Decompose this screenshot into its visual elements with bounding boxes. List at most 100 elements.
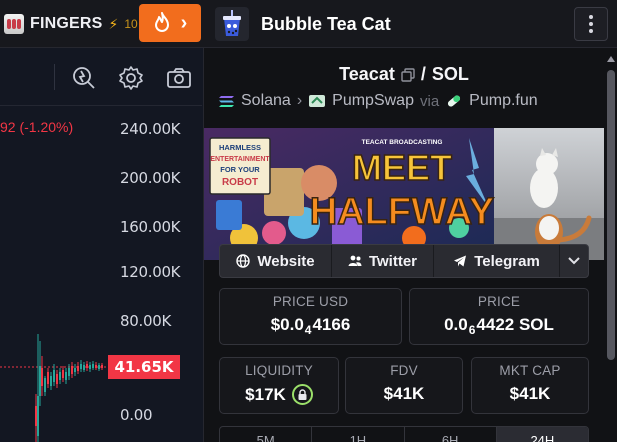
tab-1h[interactable]: 1H: [312, 427, 405, 442]
candle-body: [68, 368, 70, 376]
pair-title: Teacat / SOL: [204, 64, 604, 85]
fdv-label: FDV: [390, 363, 418, 378]
candle-body: [95, 365, 97, 368]
banner-headline-1: MEET: [352, 147, 452, 188]
route-breadcrumb: Solana › PumpSwap via Pump.fun: [218, 92, 598, 110]
candle-body: [50, 376, 52, 386]
price-usd-value: $0.044166: [270, 315, 351, 337]
top-bar: FINGERS ⚡ 10 › Bubble Tea Cat: [0, 0, 617, 48]
more-menu-button[interactable]: [574, 7, 608, 41]
candle-body: [59, 372, 61, 380]
liquidity-card: LIQUIDITY $17K: [219, 357, 339, 414]
market-cap-value: $41K: [509, 384, 551, 403]
route-dex[interactable]: PumpSwap: [332, 92, 414, 110]
chevron-right-icon: ›: [180, 11, 188, 34]
fire-icon: [154, 12, 169, 32]
candle-body: [53, 370, 55, 382]
candle-body: [47, 372, 49, 384]
candle-body: [37, 396, 39, 436]
candle-body: [101, 365, 103, 368]
pumpswap-icon: [309, 95, 326, 107]
token-title: Bubble Tea Cat: [261, 13, 391, 34]
chevron-right-icon: ›: [296, 92, 303, 109]
candles: [0, 334, 110, 442]
ticker-name: FINGERS: [30, 15, 103, 32]
pill-icon: [448, 95, 461, 107]
pair-base: Teacat: [339, 64, 395, 84]
candle-body: [39, 366, 41, 396]
price-axis-tick: 80.00K: [120, 312, 171, 330]
candle-body: [44, 378, 46, 392]
candle-body: [83, 365, 85, 370]
solana-icon: [219, 95, 234, 107]
chart-toolbar: [0, 48, 202, 106]
banner-headline-2: HALFWAY: [310, 191, 494, 233]
token-info-panel: Teacat / SOL Solana › PumpSwap via Pump.…: [203, 48, 617, 442]
pair-separator: /: [420, 64, 426, 84]
panel-scrollbar[interactable]: [607, 56, 615, 440]
scroll-thumb[interactable]: [607, 70, 615, 360]
candle-body: [80, 364, 82, 369]
price-usd-label: PRICE USD: [272, 294, 349, 309]
candle-body: [65, 372, 67, 380]
fdv-card: FDV $41K: [345, 357, 463, 414]
token-banner-image: HARMLESS ENTERTAINMENT FOR YOUR ROBOT TE…: [204, 128, 604, 260]
copy-icon[interactable]: [401, 67, 415, 82]
market-cap-label: MKT CAP: [499, 363, 561, 378]
twitter-button[interactable]: Twitter: [332, 245, 434, 277]
banner-line: ENTERTAINMENT: [210, 156, 270, 163]
candle-body: [35, 406, 37, 426]
twitter-label: Twitter: [368, 252, 418, 270]
dot-icon: [589, 15, 593, 19]
banner-line: FOR YOUR: [220, 165, 260, 174]
tab-6h[interactable]: 6H: [405, 427, 497, 442]
telegram-button[interactable]: Telegram: [434, 245, 560, 277]
price-axis-tick: 200.00K: [120, 169, 181, 187]
website-button[interactable]: Website: [220, 245, 332, 277]
price-axis-tick: 160.00K: [120, 218, 181, 236]
telegram-label: Telegram: [474, 252, 540, 270]
market-cap-card: MKT CAP $41K: [471, 357, 589, 414]
camera-icon[interactable]: [165, 64, 193, 92]
ticker-item[interactable]: FINGERS ⚡ 10: [4, 12, 138, 36]
price-chart[interactable]: 92 (-1.20%) 240.00K 200.00K 160.00K 120.…: [0, 48, 202, 442]
token-header: Bubble Tea Cat: [203, 0, 391, 48]
price-axis-tick: 240.00K: [120, 120, 181, 138]
settings-gear-icon[interactable]: [117, 64, 145, 92]
scroll-up-icon[interactable]: [607, 56, 615, 62]
candle-body: [62, 370, 64, 378]
bolt-icon: ⚡: [108, 15, 119, 32]
lock-icon[interactable]: [291, 384, 313, 405]
tab-24h[interactable]: 24H: [496, 427, 588, 442]
fingers-logo-icon: [4, 14, 24, 34]
trending-button[interactable]: ›: [139, 4, 201, 42]
candle-body: [71, 366, 73, 374]
current-price-tag: 41.65K: [108, 355, 180, 379]
price-axis-tick: 0.00: [120, 406, 153, 424]
price-sol-value: 0.064422 SOL: [444, 315, 554, 337]
route-launchpad[interactable]: Pump.fun: [469, 92, 537, 110]
banner-line: HARMLESS: [219, 143, 261, 152]
candle-body: [74, 368, 76, 372]
timeframe-tabs: 5M 1H 6H 24H: [219, 426, 589, 442]
candle-body: [89, 365, 91, 369]
banner-badge: TEACAT BROADCASTING: [362, 139, 443, 146]
liquidity-value: $17K: [220, 384, 338, 405]
tab-5m[interactable]: 5M: [220, 427, 313, 442]
ticker-value: 10: [124, 17, 138, 31]
candle-body: [92, 364, 94, 368]
social-links-bar: Website Twitter Telegram: [219, 244, 589, 278]
route-chain[interactable]: Solana: [241, 92, 291, 110]
pair-quote: SOL: [431, 64, 469, 84]
website-label: Website: [257, 252, 315, 270]
replay-icon[interactable]: [70, 64, 98, 92]
chevron-down-icon[interactable]: [560, 245, 588, 277]
candle-body: [77, 366, 79, 371]
users-icon: [348, 255, 362, 266]
dot-icon: [589, 29, 593, 33]
dot-icon: [589, 22, 593, 26]
globe-icon: [236, 254, 251, 268]
price-usd-card: PRICE USD $0.044166: [219, 288, 402, 345]
price-sol-card: PRICE 0.064422 SOL: [409, 288, 589, 345]
toolbar-divider: [54, 64, 55, 90]
